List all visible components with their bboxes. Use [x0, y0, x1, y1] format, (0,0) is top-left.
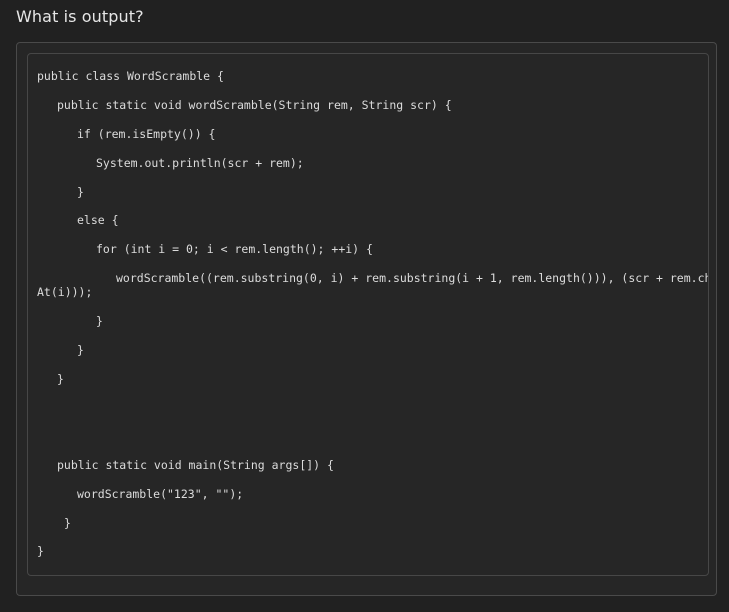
code-line-else-close-brace: }: [77, 343, 84, 357]
code-line-for-loop: for (int i = 0; i < rem.length(); ++i) {: [96, 242, 373, 256]
code-line-main-call: wordScramble("123", "");: [77, 487, 244, 501]
code-line-class-close-brace: }: [37, 544, 44, 558]
code-block: public class WordScramble { public stati…: [27, 53, 709, 576]
code-line-println: System.out.println(scr + rem);: [96, 156, 304, 170]
code-line-if-close-brace: }: [77, 185, 84, 199]
code-line-recursive-call-wrap: At(i)));: [37, 285, 93, 299]
code-line-method-close-brace: }: [57, 372, 64, 386]
code-line-main-signature: public static void main(String args[]) {: [57, 458, 334, 472]
code-line-if-statement: if (rem.isEmpty()) {: [77, 127, 216, 141]
code-line-main-close-brace: }: [64, 516, 71, 530]
question-title: What is output?: [16, 7, 144, 26]
code-line-class-declaration: public class WordScramble {: [37, 69, 224, 83]
code-line-recursive-call: wordScramble((rem.substring(0, i) + rem.…: [116, 271, 709, 285]
code-line-else: else {: [77, 213, 119, 227]
code-line-method-signature: public static void wordScramble(String r…: [57, 98, 452, 112]
code-line-for-close-brace: }: [96, 314, 103, 328]
question-panel: public class WordScramble { public stati…: [16, 42, 717, 596]
